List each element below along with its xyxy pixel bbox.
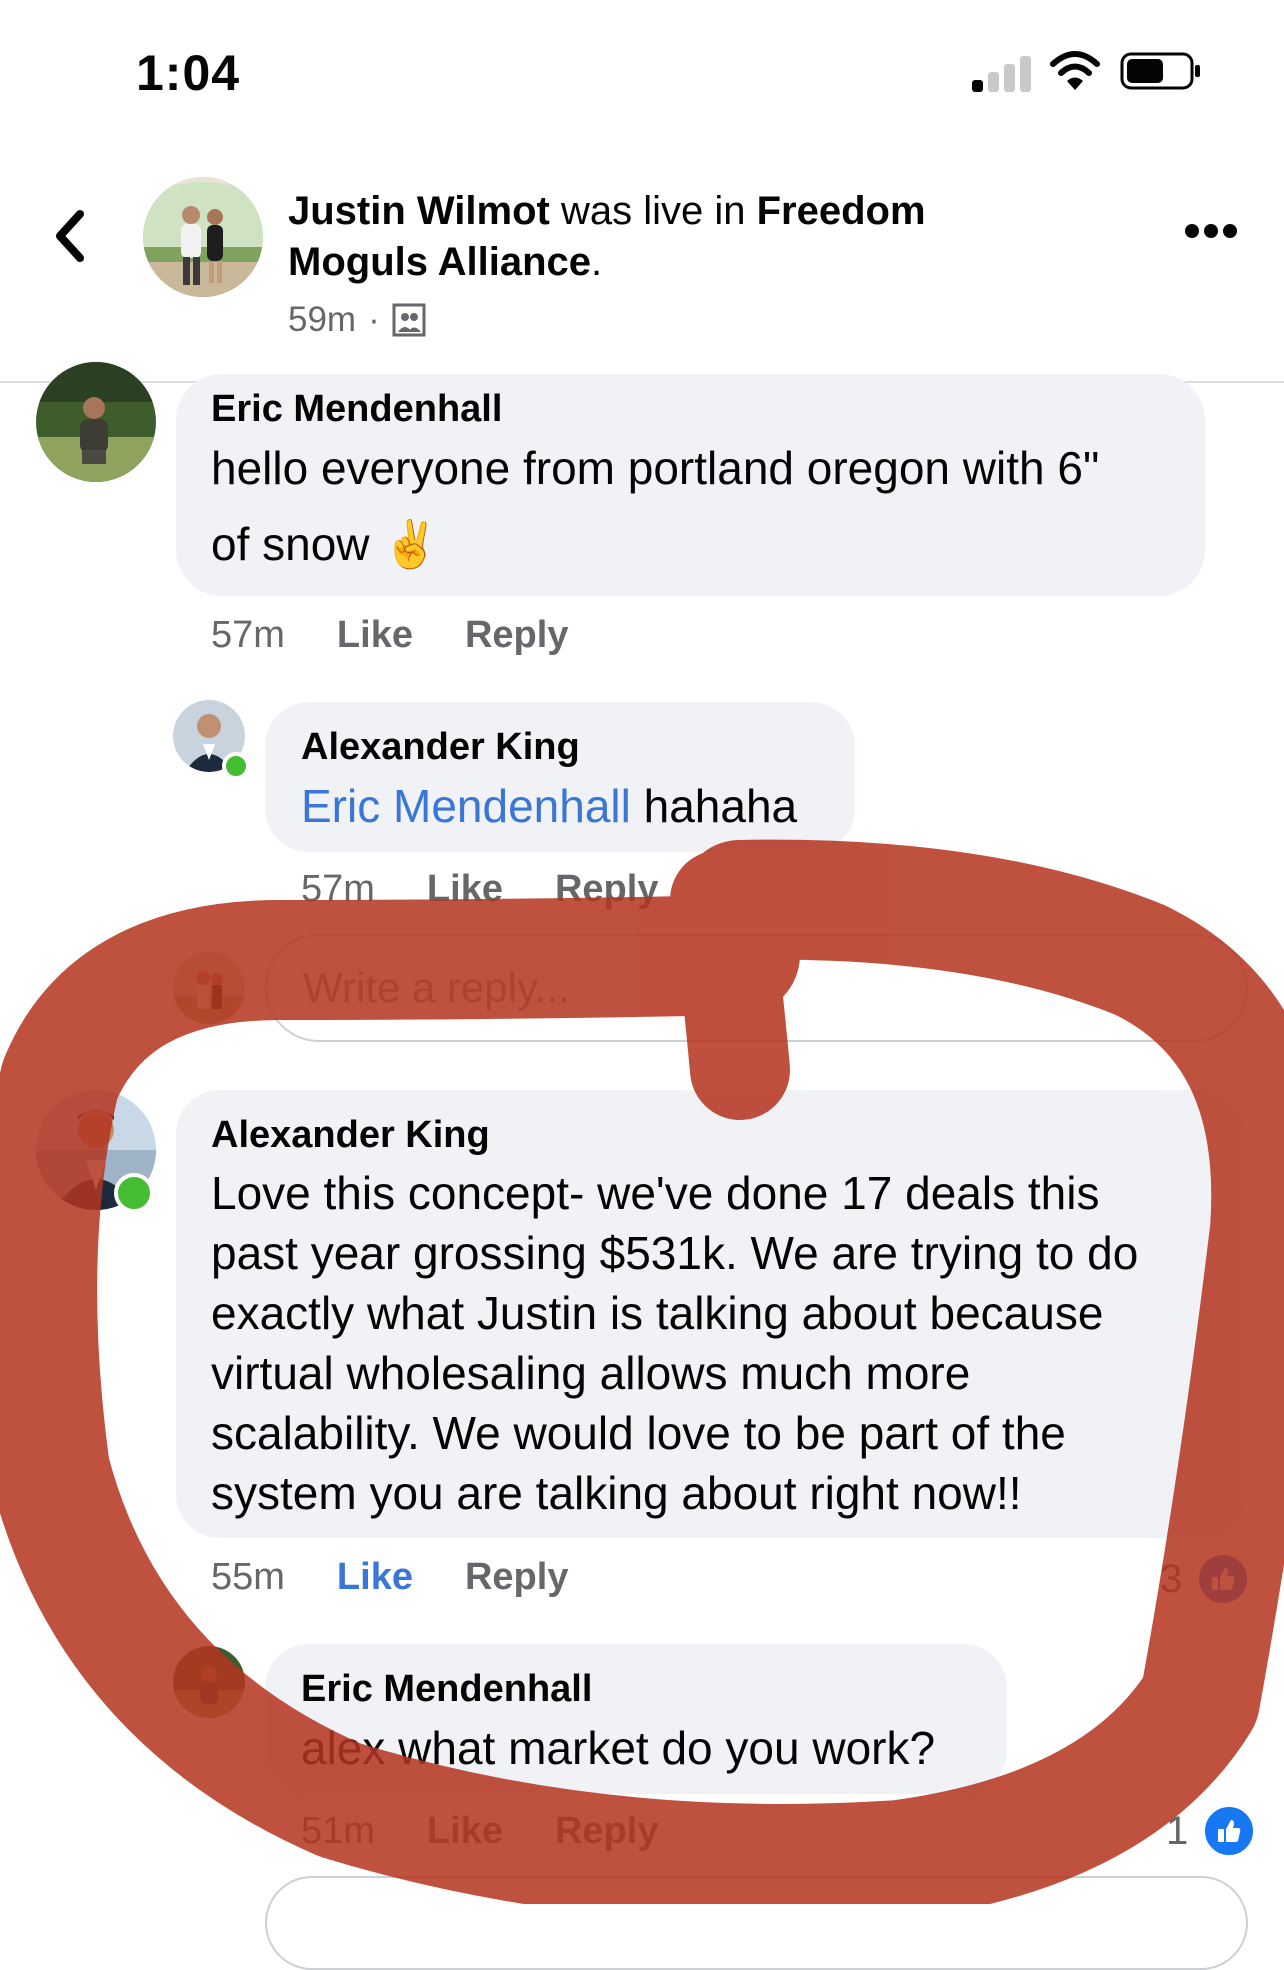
online-status-indicator [114,1173,154,1213]
wifi-icon [1050,51,1100,90]
comment-author[interactable]: Eric Mendenhall [211,388,502,431]
cellular-signal-icon [972,52,1032,92]
chevron-left-icon[interactable] [50,206,90,266]
status-time: 1:04 [136,45,241,101]
commenter-avatar[interactable] [36,362,156,482]
comment-actions: 57m Like Reply [301,868,658,911]
comment-text-line: Eric Mendenhall hahaha [301,776,797,836]
like-button[interactable]: Like [427,868,503,911]
reply-input-partial[interactable] [265,1876,1248,1970]
reaction-count: 3 [1160,1556,1183,1601]
comment-text-line: exactly what Justin is talking about bec… [211,1287,1104,1339]
comment-time: 57m [211,614,285,656]
comment-text: of snow [211,518,370,570]
comment-text-line: system you are talking about right now!! [211,1467,1022,1519]
post-meta: 59m · [288,300,426,340]
reply-input[interactable]: Write a reply... [265,934,1248,1042]
comment-time: 51m [301,1810,375,1852]
meta-separator: · [368,300,380,339]
thumbs-up-icon [1196,1552,1251,1606]
battery-icon [1120,52,1200,90]
comment-text: hahaha [630,780,798,832]
post-time[interactable]: 59m [288,300,356,340]
current-user-avatar [173,952,245,1024]
comment-text-line: hello everyone from portland oregon with… [211,442,1100,494]
comment-actions: 51m Like Reply [301,1810,658,1853]
comment-text-line: scalability. We would love to be part of… [211,1407,1066,1459]
reply-button[interactable]: Reply [555,1810,658,1853]
comment-text-line: past year grossing $531k. We are trying … [211,1227,1139,1279]
comment-text-line: virtual wholesaling allows much more [211,1347,971,1399]
group-audience-icon [392,303,426,337]
reply-button[interactable]: Reply [555,868,658,911]
mention-link[interactable]: Eric Mendenhall [301,780,631,832]
header-suffix: . [591,240,603,284]
comment-text-line: Love this concept- we've done 17 deals t… [211,1167,1100,1219]
reply-input-placeholder: Write a reply... [303,964,570,1011]
reply-button[interactable]: Reply [465,1556,568,1599]
reaction-summary[interactable]: 3 [1160,1552,1251,1606]
comment-time: 55m [211,1556,285,1598]
post-header-title: Justin Wilmot was live in Freedom Moguls… [288,186,1008,288]
like-button[interactable]: Like [427,1810,503,1853]
comment-author[interactable]: Eric Mendenhall [301,1668,592,1711]
comment-author[interactable]: Alexander King [301,726,580,769]
comment-text-line: of snow ✌️ [211,514,440,574]
commenter-avatar[interactable] [173,1646,245,1718]
more-options-icon[interactable] [1185,224,1237,246]
victory-hand-emoji: ✌️ [382,518,440,570]
comment-time: 57m [301,868,375,910]
like-button[interactable]: Like [337,1556,413,1599]
comment-actions: 55m Like Reply [211,1556,568,1599]
author-name[interactable]: Justin Wilmot [288,189,550,233]
reaction-count: 1 [1166,1808,1189,1853]
header-connector: was live in [549,189,757,233]
comment-text-line: alex what market do you work? [301,1722,936,1774]
thumbs-up-icon [1202,1804,1257,1858]
author-avatar[interactable] [143,177,263,297]
reaction-summary[interactable]: 1 [1166,1804,1257,1858]
comment-text: Love this concept- we've done 17 deals t… [211,1163,1138,1523]
comment-actions: 57m Like Reply [211,614,568,657]
reply-button[interactable]: Reply [465,614,568,657]
comment-author[interactable]: Alexander King [211,1114,490,1157]
like-button[interactable]: Like [337,614,413,657]
online-status-indicator [222,752,250,780]
